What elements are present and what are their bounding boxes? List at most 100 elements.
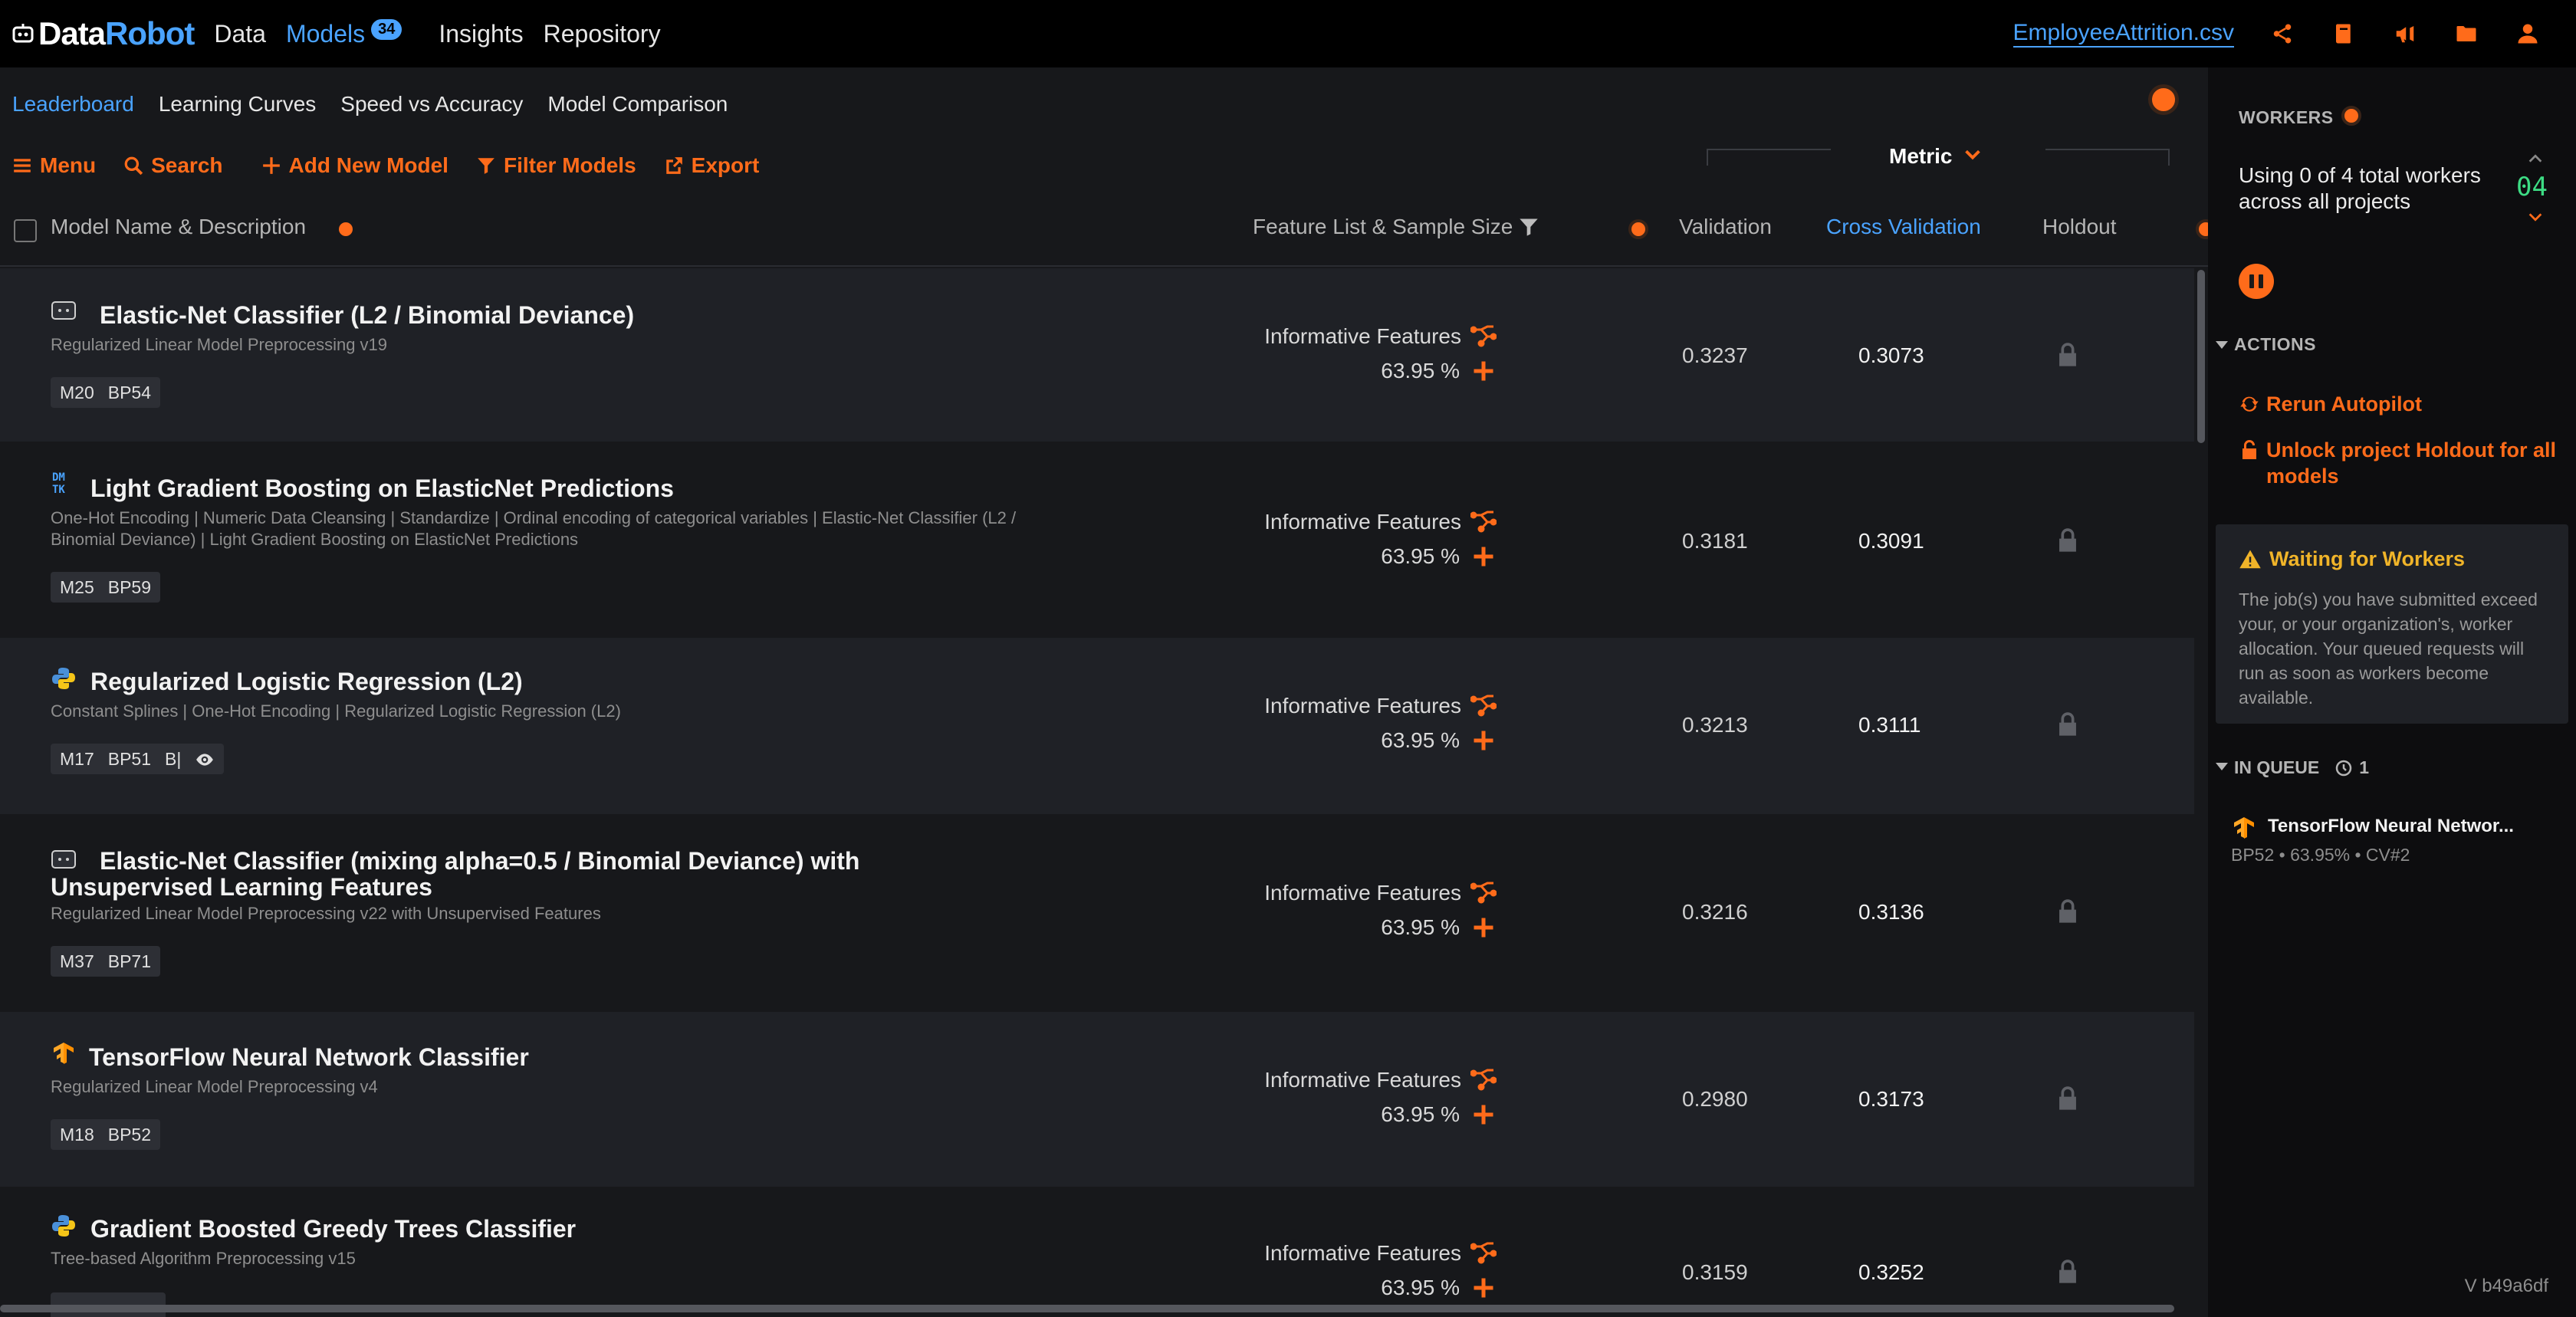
cross-validation-score: 0.3173 bbox=[1858, 1087, 1924, 1111]
feature-list-cell[interactable]: Informative Features bbox=[1264, 880, 1497, 906]
sample-size-cell[interactable]: 63.95 % bbox=[1381, 544, 1497, 569]
dmtk-icon: DMTK bbox=[52, 471, 65, 495]
sample-size-cell[interactable]: 63.95 % bbox=[1381, 728, 1497, 753]
model-name[interactable]: Gradient Boosted Greedy Trees Classifier bbox=[90, 1216, 576, 1242]
tensorflow-icon bbox=[2234, 817, 2254, 839]
model-description: Tree-based Algorithm Preprocessing v15 bbox=[51, 1249, 356, 1268]
export-label: Export bbox=[691, 153, 760, 177]
sample-size-value: 63.95 % bbox=[1381, 1102, 1460, 1126]
menu-label: Menu bbox=[40, 153, 97, 177]
blueprint-graph-icon bbox=[1470, 882, 1497, 904]
validation-score: 0.3216 bbox=[1682, 900, 1748, 924]
warning-icon bbox=[2239, 550, 2261, 568]
blueprint-id-tag: BP71 bbox=[107, 951, 152, 971]
lock-icon bbox=[2059, 528, 2076, 552]
vertical-scrollbar-thumb[interactable] bbox=[2197, 270, 2205, 443]
book-icon[interactable] bbox=[2331, 21, 2357, 47]
funnel-icon[interactable] bbox=[1518, 216, 1539, 238]
column-header-name[interactable]: Model Name & Description bbox=[51, 215, 306, 239]
user-icon[interactable] bbox=[2515, 21, 2541, 47]
column-header-validation[interactable]: Validation bbox=[1679, 215, 1772, 239]
in-queue-heading[interactable]: IN QUEUE 1 bbox=[2216, 757, 2369, 778]
feature-list-cell[interactable]: Informative Features bbox=[1264, 509, 1497, 535]
table-row[interactable]: DM TK Light Gradient Boosting on ElasticN… bbox=[0, 442, 2194, 638]
datarobot-logo[interactable]: DataRobot bbox=[11, 15, 195, 52]
svg-text:DM: DM bbox=[52, 471, 65, 484]
table-row[interactable]: Elastic-Net Classifier (L2 / Binomial De… bbox=[0, 268, 2194, 442]
feature-list-cell[interactable]: Informative Features bbox=[1264, 324, 1497, 350]
metric-bracket-right bbox=[2045, 149, 2170, 166]
eye-icon[interactable] bbox=[195, 747, 215, 771]
feature-list-cell[interactable]: Informative Features bbox=[1264, 1067, 1497, 1093]
chevron-down-icon[interactable] bbox=[2527, 209, 2544, 225]
search-button[interactable]: Search bbox=[123, 153, 223, 178]
plus-icon bbox=[1474, 918, 1493, 938]
nav-models[interactable]: Models 34 bbox=[286, 18, 402, 48]
queue-count: 1 bbox=[2359, 757, 2369, 777]
model-name[interactable]: Elastic-Net Classifier (L2 / Binomial De… bbox=[100, 302, 634, 328]
feature-list-label: Informative Features bbox=[1264, 510, 1461, 534]
autopilot-status-indicator[interactable] bbox=[2148, 84, 2179, 115]
model-name[interactable]: Elastic-Net Classifier (mixing alpha=0.5… bbox=[51, 848, 1024, 900]
queued-job-name[interactable]: TensorFlow Neural Networ... bbox=[2268, 816, 2514, 837]
table-row[interactable]: Elastic-Net Classifier (mixing alpha=0.5… bbox=[0, 814, 2194, 1012]
cross-validation-score: 0.3111 bbox=[1858, 713, 1921, 737]
column-header-holdout[interactable]: Holdout bbox=[2042, 215, 2117, 239]
share-icon[interactable] bbox=[2269, 21, 2295, 47]
sample-size-cell[interactable]: 63.95 % bbox=[1381, 915, 1497, 940]
column-header-feature[interactable]: Feature List & Sample Size bbox=[1253, 215, 1513, 239]
feature-list-label: Informative Features bbox=[1264, 1241, 1461, 1265]
horizontal-scrollbar[interactable] bbox=[0, 1305, 2174, 1312]
folder-icon[interactable] bbox=[2453, 21, 2479, 47]
cross-validation-score: 0.3073 bbox=[1858, 343, 1924, 367]
unlock-holdout-button[interactable]: Unlock project Holdout for all models bbox=[2239, 437, 2561, 489]
column-header-cross-validation[interactable]: Cross Validation bbox=[1826, 215, 1981, 239]
table-row[interactable]: Gradient Boosted Greedy Trees Classifier… bbox=[0, 1187, 2194, 1317]
search-icon bbox=[124, 156, 143, 176]
actions-heading[interactable]: ACTIONS bbox=[2216, 334, 2316, 355]
filter-models-button[interactable]: Filter Models bbox=[476, 153, 636, 178]
tab-model-comparison[interactable]: Model Comparison bbox=[547, 92, 728, 117]
model-name[interactable]: TensorFlow Neural Network Classifier bbox=[89, 1044, 529, 1070]
model-name[interactable]: Light Gradient Boosting on ElasticNet Pr… bbox=[90, 475, 674, 501]
metric-dropdown[interactable]: Metric bbox=[1889, 144, 1983, 169]
tab-speed-vs-accuracy[interactable]: Speed vs Accuracy bbox=[340, 92, 523, 117]
blueprint-id-tag: BP52 bbox=[107, 1124, 152, 1145]
feature-list-cell[interactable]: Informative Features bbox=[1264, 1240, 1497, 1266]
model-name[interactable]: Regularized Logistic Regression (L2) bbox=[90, 668, 523, 695]
select-all-checkbox[interactable] bbox=[14, 219, 37, 242]
lock-icon bbox=[2059, 899, 2076, 923]
table-row[interactable]: TensorFlow Neural Network Classifier Reg… bbox=[0, 1012, 2194, 1187]
table-row[interactable]: Regularized Logistic Regression (L2) Con… bbox=[0, 638, 2194, 814]
tab-leaderboard[interactable]: Leaderboard bbox=[12, 92, 134, 117]
sample-size-cell[interactable]: 63.95 % bbox=[1381, 1276, 1497, 1300]
feature-list-cell[interactable]: Informative Features bbox=[1264, 693, 1497, 719]
subtab-bar: Leaderboard Learning Curves Speed vs Acc… bbox=[0, 67, 2208, 141]
app-version: V b49a6df bbox=[2464, 1276, 2548, 1296]
tab-learning-curves[interactable]: Learning Curves bbox=[159, 92, 316, 117]
model-id-tag: M18 bbox=[60, 1124, 94, 1145]
export-button[interactable]: Export bbox=[664, 153, 760, 178]
rerun-autopilot-button[interactable]: Rerun Autopilot bbox=[2239, 391, 2561, 417]
blueprint-id-tag: BP54 bbox=[107, 382, 152, 402]
logo-text: DataRobot bbox=[38, 15, 195, 51]
refresh-icon bbox=[2240, 396, 2259, 412]
leaderboard-toolbar: Menu Search Add New Model Filter Models … bbox=[0, 141, 2208, 190]
pause-button[interactable] bbox=[2239, 264, 2274, 299]
nav-data[interactable]: Data bbox=[214, 20, 266, 48]
project-name-link[interactable]: EmployeeAttrition.csv bbox=[2013, 20, 2234, 48]
validation-score: 0.3181 bbox=[1682, 529, 1748, 553]
robot-logo-icon bbox=[12, 24, 34, 43]
model-id-tag: M37 bbox=[60, 951, 94, 971]
sample-size-cell[interactable]: 63.95 % bbox=[1381, 1102, 1497, 1127]
model-id-tag: M20 bbox=[60, 382, 94, 402]
nav-insights[interactable]: Insights bbox=[439, 20, 523, 48]
sort-indicator-dot[interactable] bbox=[1628, 219, 1648, 239]
sample-size-cell[interactable]: 63.95 % bbox=[1381, 359, 1497, 383]
add-new-model-button[interactable]: Add New Model bbox=[261, 153, 449, 178]
models-count-badge: 34 bbox=[371, 18, 402, 40]
menu-button[interactable]: Menu bbox=[12, 153, 96, 178]
nav-repository[interactable]: Repository bbox=[544, 20, 661, 48]
chevron-up-icon[interactable] bbox=[2527, 150, 2544, 167]
megaphone-icon[interactable] bbox=[2392, 21, 2418, 47]
